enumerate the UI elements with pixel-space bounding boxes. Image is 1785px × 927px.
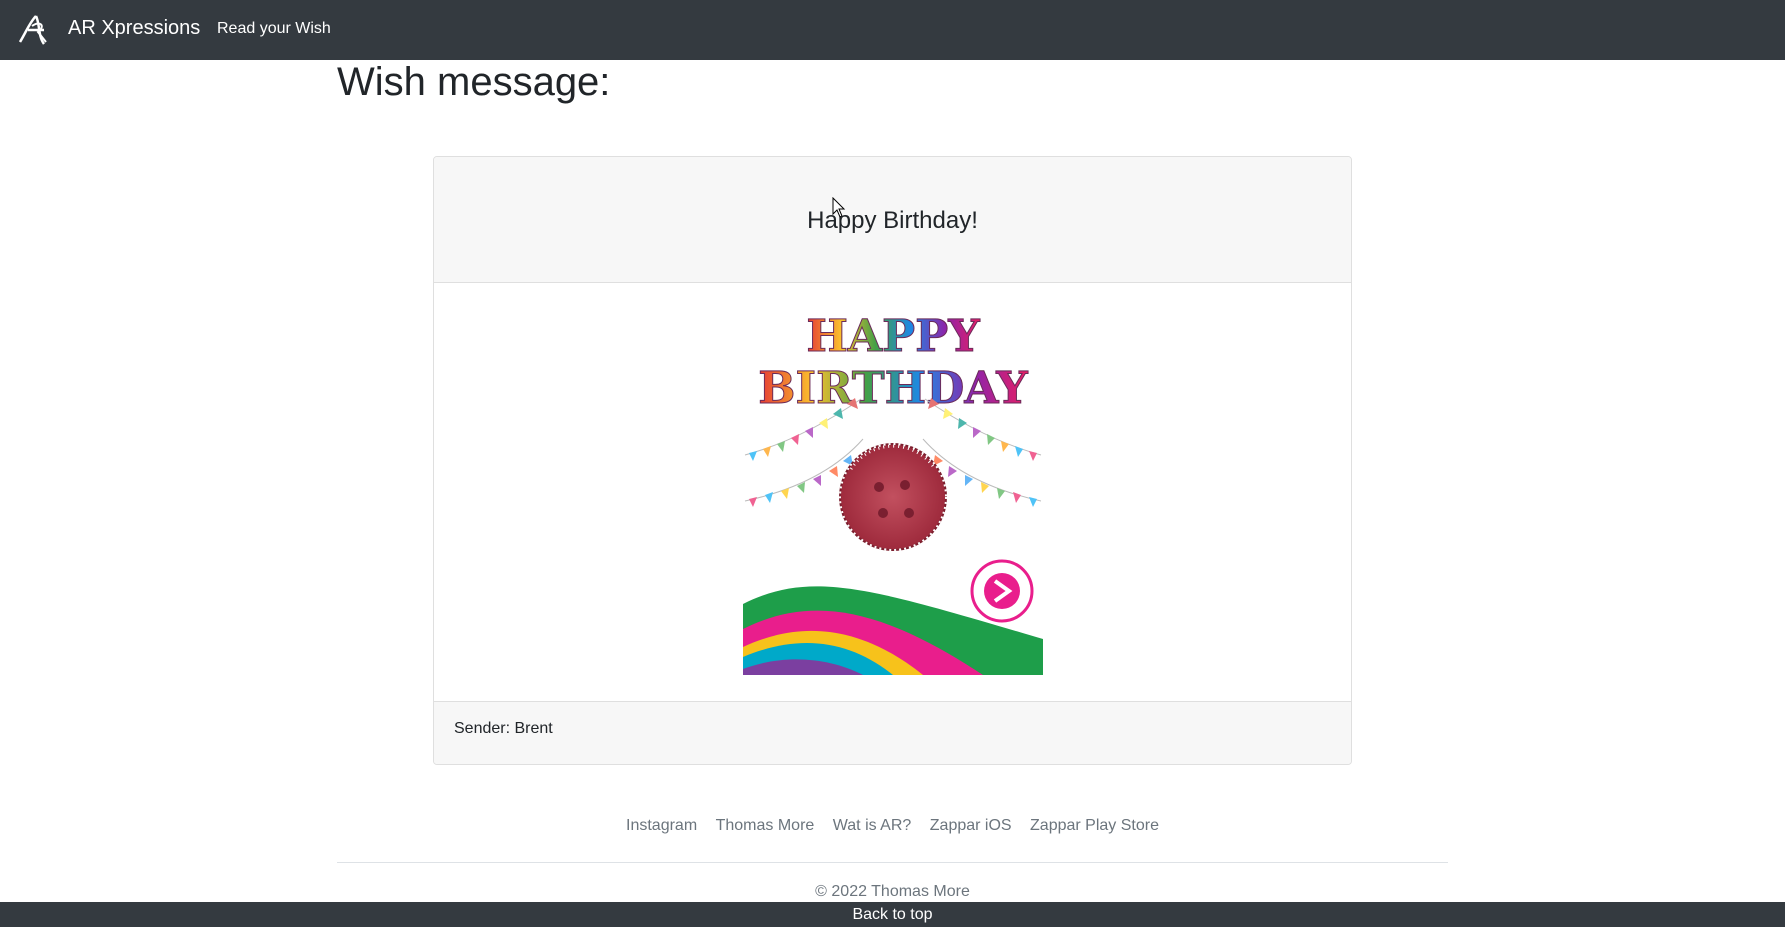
image-text-birthday: BIRTHDAY	[758, 363, 1028, 414]
copyright-text: © 2022 Thomas More	[815, 883, 970, 900]
footer-divider	[337, 862, 1448, 863]
card-footer: Sender: Brent	[434, 701, 1351, 764]
footer-link-what-is-ar[interactable]: Wat is AR?	[833, 817, 912, 834]
footer-links: Instagram Thomas More Wat is AR? Zappar …	[0, 817, 1785, 835]
image-text-happy: HAPPY	[806, 311, 980, 362]
footer-link-zappar-ios[interactable]: Zappar iOS	[930, 817, 1012, 834]
card-body: HAPPY BIRTHDAY	[434, 283, 1351, 764]
footer-link-instagram[interactable]: Instagram	[626, 817, 697, 834]
top-navbar: AR Xpressions Read your Wish	[0, 0, 1785, 60]
mouse-cursor-icon	[832, 197, 846, 218]
footer-link-zappar-play-store[interactable]: Zappar Play Store	[1030, 817, 1159, 834]
birthday-card-image: HAPPY BIRTHDAY	[743, 311, 1043, 675]
back-to-top-button[interactable]: Back to top	[0, 902, 1785, 927]
page-title: Wish message:	[337, 60, 611, 104]
sender-text: Sender: Brent	[454, 720, 553, 737]
card-header: Happy Birthday!	[434, 157, 1351, 283]
footer-link-thomas-more[interactable]: Thomas More	[716, 817, 815, 834]
brand-name[interactable]: AR Xpressions	[68, 17, 200, 40]
wish-card: Happy Birthday! HAPPY BIRTHDAY Sender: B…	[433, 156, 1352, 765]
nav-link-read-wish[interactable]: Read your Wish	[217, 20, 331, 38]
card-title: Happy Birthday!	[807, 207, 978, 234]
ar-logo-icon[interactable]	[14, 12, 50, 48]
